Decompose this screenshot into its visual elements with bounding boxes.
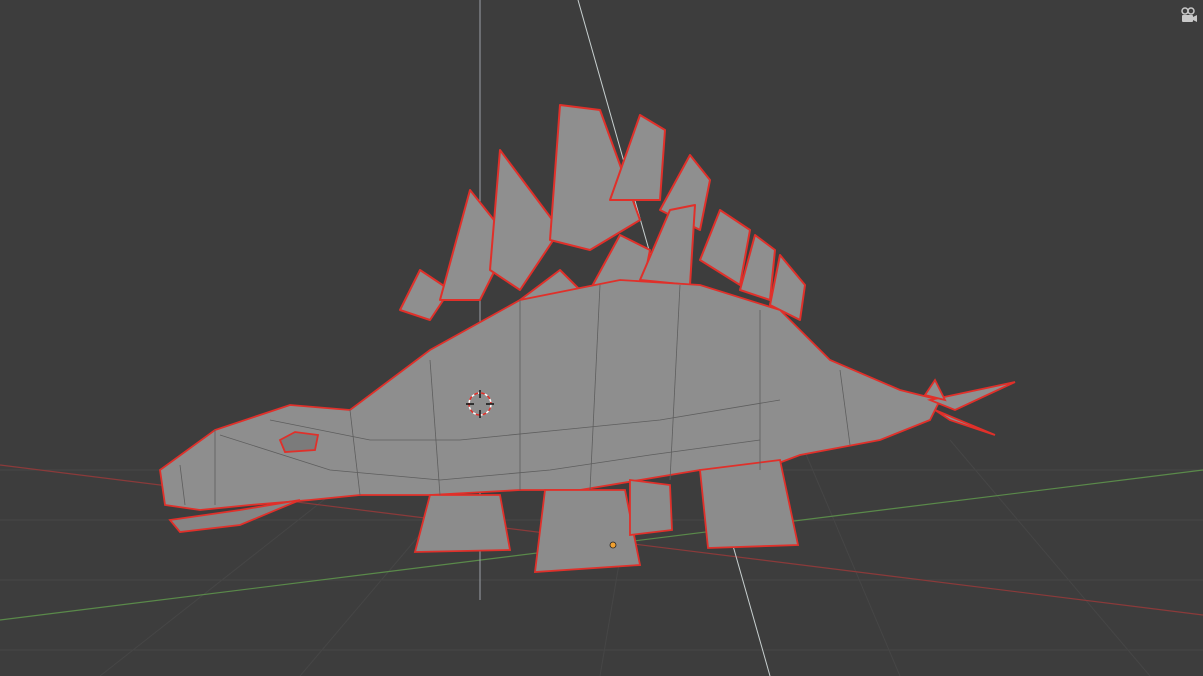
viewport-canvas[interactable] (0, 0, 1203, 676)
tail-spikes[interactable] (923, 378, 1016, 436)
body[interactable] (159, 279, 942, 511)
stegosaurus-mesh[interactable] (159, 104, 1016, 573)
camera-view-icon[interactable] (1179, 5, 1199, 25)
3d-viewport[interactable] (0, 0, 1203, 676)
object-origin-icon[interactable] (609, 541, 617, 549)
